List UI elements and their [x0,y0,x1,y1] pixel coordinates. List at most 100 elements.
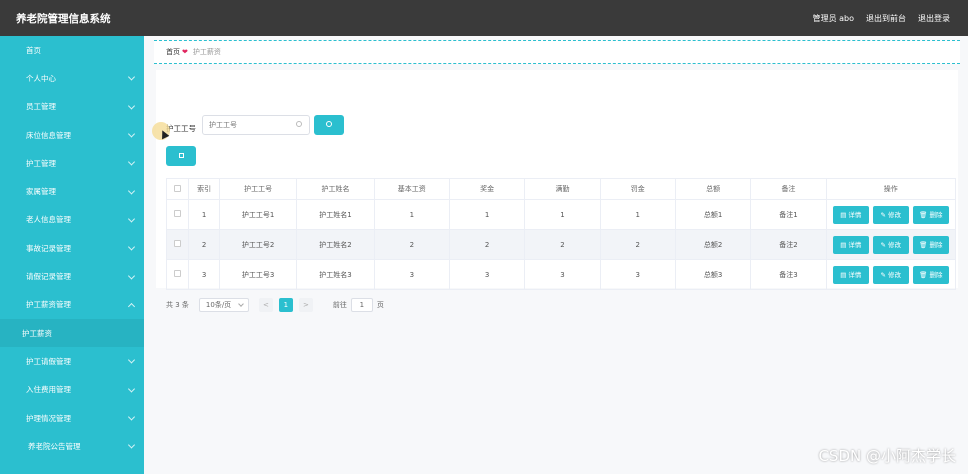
top-bar: 养老院管理信息系统 管理员 abo 退出到前台 退出登录 [0,0,968,36]
home-icon [12,46,21,55]
row-checkbox[interactable] [165,259,190,290]
col-total: 总额 [674,178,752,200]
bed-icon [12,131,21,140]
app-title: 养老院管理信息系统 [16,12,111,25]
row-checkbox[interactable] [165,199,190,230]
table-row: 3 护工工号3 护工姓名3 3 3 3 3 总额3 备注3 ▤ 详情 ✎ 修改 🗑 … [165,259,957,290]
col-caregiver-name: 护工姓名 [296,178,375,200]
detail-button[interactable]: ▤ 详情 [832,235,869,254]
edit-button[interactable]: ✎ 修改 [872,265,909,284]
leave-icon [12,272,21,281]
top-actions: 管理员 abo 退出到前台 退出登录 [813,13,950,24]
row-actions: ▤ 详情 ✎ 修改 🗑 删除 [825,259,957,290]
salary-table: 索引 护工工号 护工姓名 基本工资 奖金 满勤 罚金 总额 备注 操作 1 护工… [165,178,957,290]
chevron-down-icon [127,187,136,195]
family-icon [12,187,21,196]
chevron-down-icon [127,158,136,166]
edit-button[interactable]: ✎ 修改 [872,205,909,224]
col-note: 备注 [750,178,827,200]
col-index: 索引 [188,178,220,200]
delete-button[interactable]: 🗑 删除 [912,235,949,254]
sidebar-item-nursing[interactable]: 护理情况管理 [0,404,144,432]
sidebar-item-salary-manage[interactable]: 护工薪资管理 [0,291,144,319]
search-label: 护工工号 [166,124,196,133]
staff-icon [12,102,21,111]
sidebar-subitem-salary[interactable]: 护工薪资 [0,318,144,348]
chevron-down-icon [127,130,136,138]
mouse-cursor [152,122,170,140]
sidebar-item-staff[interactable]: 员工管理 [0,93,144,121]
detail-button[interactable]: ▤ 详情 [832,265,869,284]
current-page[interactable]: 1 [278,298,293,312]
add-icon [179,153,184,158]
row-actions: ▤ 详情 ✎ 修改 🗑 删除 [825,199,957,230]
nursing-icon [12,414,21,423]
chevron-down-icon [127,385,136,393]
sidebar-item-beds[interactable]: 床位信息管理 [0,121,144,149]
page-size-select[interactable]: 10条/页 [198,298,249,312]
breadcrumb: 首页 ❤ 护工薪资 [154,40,960,64]
table-row: 2 护工工号2 护工姓名2 2 2 2 2 总额2 备注2 ▤ 详情 ✎ 修改 🗑 … [165,229,957,260]
breadcrumb-home[interactable]: 首页 [166,47,180,57]
goto-page-input[interactable]: 1 [350,298,373,312]
search-icon [296,121,302,127]
heart-icon: ❤ [182,48,188,56]
chevron-down-icon [127,413,136,421]
content-panel: 护工工号 索引 护工工号 护工姓名 基本工资 奖金 满勤 罚金 总额 [156,70,958,312]
detail-button[interactable]: ▤ 详情 [832,205,869,224]
prev-page-button[interactable]: < [258,298,273,312]
pagination-total: 共 3 条 [166,301,189,309]
table-row: 1 护工工号1 护工姓名1 1 1 1 1 总额1 备注1 ▤ 详情 ✎ 修改 🗑 … [165,199,957,230]
goto-label: 前往 [332,301,347,309]
breadcrumb-current: 护工薪资 [192,48,221,56]
chevron-up-icon [127,302,136,310]
search-input[interactable] [202,115,310,135]
fee-icon [12,385,21,394]
sidebar: 首页 个人中心 员工管理 床位信息管理 护工管理 家属管理 老人信息管理 事故记… [0,36,144,474]
leave-icon [12,357,21,366]
salary-icon [12,300,21,309]
sidebar-item-family[interactable]: 家属管理 [0,177,144,205]
chevron-down-icon [127,73,136,81]
col-caregiver-no: 护工工号 [218,178,298,200]
edit-button[interactable]: ✎ 修改 [872,235,909,254]
next-page-button[interactable]: > [298,298,313,312]
table-header-row: 索引 护工工号 护工姓名 基本工资 奖金 满勤 罚金 总额 备注 操作 [165,178,957,200]
current-user[interactable]: 管理员 abo [813,13,854,24]
sidebar-item-caregivers[interactable]: 护工管理 [0,149,144,177]
pagination: 共 3 条 10条/页 < 1 > 前往 1 页 [166,298,384,312]
sidebar-item-fees[interactable]: 入住费用管理 [0,376,144,404]
search-icon [326,121,332,127]
col-bonus: 奖金 [448,178,526,200]
chevron-down-icon [127,356,136,364]
chevron-down-icon [127,441,136,449]
sidebar-item-accidents[interactable]: 事故记录管理 [0,234,144,262]
back-to-front-link[interactable]: 退出到前台 [866,13,906,24]
watermark: CSDN @小阿杰学长 [818,447,956,465]
user-icon [12,74,21,83]
delete-button[interactable]: 🗑 删除 [912,265,949,284]
sidebar-item-home[interactable]: 首页 [0,36,144,64]
select-all-checkbox[interactable] [165,178,190,200]
col-full-attendance: 满勤 [524,178,601,200]
sidebar-item-personal[interactable]: 个人中心 [0,64,144,92]
chevron-down-icon [127,102,136,110]
chevron-down-icon [127,215,136,223]
sidebar-item-caregiver-leave[interactable]: 护工请假管理 [0,347,144,375]
page-unit-label: 页 [376,301,384,309]
add-button[interactable] [166,146,196,166]
col-fine: 罚金 [599,178,676,200]
row-checkbox[interactable] [165,229,190,260]
caregiver-icon [12,159,21,168]
logout-link[interactable]: 退出登录 [918,13,950,24]
sidebar-item-elders[interactable]: 老人信息管理 [0,206,144,234]
row-actions: ▤ 详情 ✎ 修改 🗑 删除 [825,229,957,260]
sidebar-item-notices[interactable]: 养老院公告管理 [0,432,144,460]
chevron-down-icon [127,243,136,251]
accident-icon [12,244,21,253]
chevron-down-icon [127,271,136,280]
elder-icon [12,215,21,224]
sidebar-item-leave-records[interactable]: 请假记录管理 [0,262,144,290]
delete-button[interactable]: 🗑 删除 [912,205,949,224]
search-button[interactable] [314,115,344,135]
